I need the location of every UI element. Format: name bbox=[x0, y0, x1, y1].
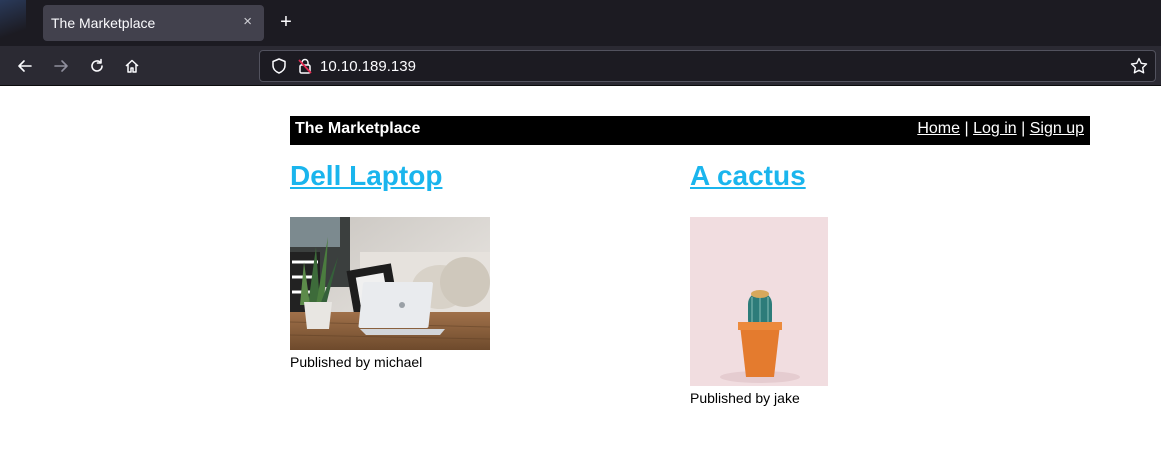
nav-signup-link[interactable]: Sign up bbox=[1030, 120, 1084, 137]
insecure-lock-icon[interactable] bbox=[296, 57, 314, 75]
site-header: The Marketplace Home | Log in | Sign up bbox=[290, 116, 1090, 145]
home-button[interactable] bbox=[120, 54, 144, 78]
browser-nav-bar: 10.10.189.139 bbox=[0, 46, 1161, 86]
bookmark-star-icon[interactable] bbox=[1129, 56, 1149, 76]
product-title: Dell Laptop bbox=[290, 160, 442, 192]
product-link[interactable]: Dell Laptop bbox=[290, 160, 442, 191]
forward-button[interactable] bbox=[49, 54, 73, 78]
tab-bar-corner bbox=[0, 0, 26, 46]
home-icon bbox=[125, 59, 139, 73]
site-title: The Marketplace bbox=[295, 120, 421, 137]
tracking-shield-icon[interactable] bbox=[270, 57, 288, 75]
nav-separator: | bbox=[1021, 120, 1026, 137]
nav-separator: | bbox=[964, 120, 969, 137]
reload-icon bbox=[91, 58, 103, 72]
reload-button[interactable] bbox=[85, 54, 109, 78]
published-by-text: Published by michael bbox=[290, 354, 423, 370]
site-nav: Home | Log in | Sign up bbox=[917, 120, 1084, 138]
product-link[interactable]: A cactus bbox=[690, 160, 806, 191]
product-card: A cactus bbox=[690, 160, 806, 192]
back-arrow-icon bbox=[18, 60, 32, 72]
forward-arrow-icon bbox=[54, 60, 68, 72]
tab-close-icon[interactable]: × bbox=[243, 13, 252, 30]
url-text[interactable]: 10.10.189.139 bbox=[320, 58, 416, 75]
browser-tab-bar: The Marketplace × + bbox=[0, 0, 1161, 46]
url-bar[interactable]: 10.10.189.139 bbox=[259, 50, 1156, 82]
nav-home-link[interactable]: Home bbox=[917, 120, 960, 137]
back-button[interactable] bbox=[13, 54, 37, 78]
tab-title: The Marketplace bbox=[51, 15, 156, 31]
laptop-product-image[interactable] bbox=[290, 217, 490, 350]
browser-tab[interactable]: The Marketplace × bbox=[43, 5, 264, 41]
product-card: Dell Laptop bbox=[290, 160, 442, 192]
product-title: A cactus bbox=[690, 160, 806, 192]
nav-login-link[interactable]: Log in bbox=[973, 120, 1017, 137]
new-tab-button[interactable]: + bbox=[276, 10, 296, 34]
published-by-text: Published by jake bbox=[690, 390, 800, 406]
cactus-product-image[interactable] bbox=[690, 217, 828, 386]
